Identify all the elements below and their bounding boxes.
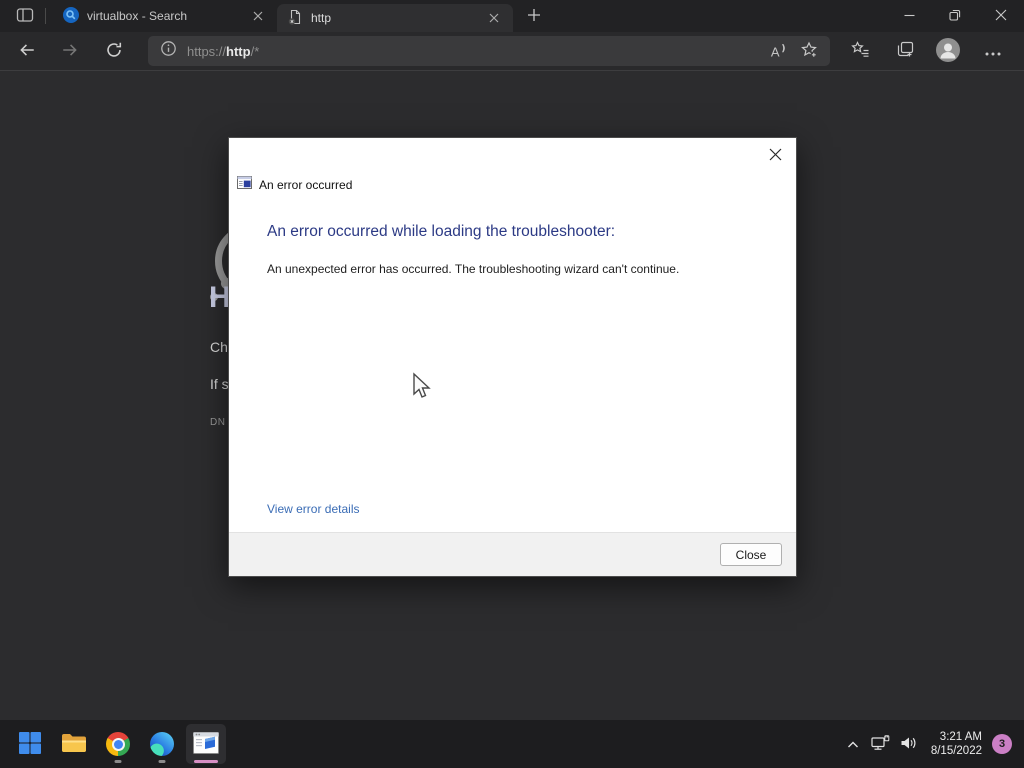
tab-actions-button[interactable] (12, 4, 38, 28)
dialog-close-button[interactable] (764, 145, 786, 167)
profile-button[interactable] (932, 35, 964, 67)
dialog-heading: An error occurred while loading the trou… (267, 223, 616, 240)
taskbar: 3:21 AM 8/15/2022 3 (0, 720, 1024, 768)
tab-close-button[interactable] (483, 7, 505, 29)
start-button[interactable] (10, 724, 50, 764)
favorites-star-icon (850, 41, 870, 61)
view-error-details-link[interactable]: View error details (267, 502, 359, 516)
restore-icon (949, 9, 961, 24)
workspaces-icon (16, 6, 34, 27)
close-button[interactable]: Close (720, 543, 782, 566)
minimize-button[interactable] (886, 0, 932, 32)
back-arrow-icon (18, 41, 36, 62)
address-bar[interactable]: https://http/* A❫ (148, 36, 830, 66)
browser-toolbar: https://http/* A❫ (0, 32, 1024, 70)
window-controls (886, 0, 1024, 32)
chevron-up-icon (847, 737, 859, 752)
forward-button[interactable] (54, 35, 86, 67)
notification-badge[interactable]: 3 (992, 734, 1012, 754)
browser-tab-strip: virtualbox - Search http (0, 0, 1024, 32)
page-text-fragment: DN (210, 417, 226, 428)
ethernet-icon (871, 734, 890, 754)
back-button[interactable] (11, 35, 43, 67)
running-indicator (114, 760, 122, 763)
favorites-button[interactable] (844, 35, 876, 67)
site-info-icon[interactable] (160, 40, 177, 62)
network-button[interactable] (867, 724, 895, 764)
avatar-icon (935, 37, 961, 66)
volume-button[interactable] (895, 724, 923, 764)
url-text[interactable]: https://http/* (187, 44, 764, 59)
page-text-fragment: If s (210, 376, 229, 392)
troubleshooter-window-icon (237, 176, 252, 194)
url-host: http (226, 43, 251, 59)
star-add-icon (800, 41, 818, 62)
troubleshooter-error-dialog: An error occurred An error occurred whil… (228, 137, 797, 577)
refresh-icon (105, 41, 123, 62)
taskbar-clock[interactable]: 3:21 AM 8/15/2022 (931, 730, 982, 758)
tab-virtualbox-search[interactable]: virtualbox - Search (53, 2, 277, 30)
collections-button[interactable] (889, 35, 921, 67)
tray-overflow-button[interactable] (839, 724, 867, 764)
speaker-icon (900, 736, 918, 753)
refresh-button[interactable] (98, 35, 130, 67)
search-icon (63, 6, 79, 26)
tab-separator (45, 8, 46, 24)
dialog-title-row: An error occurred (237, 176, 352, 194)
windows-logo-icon (18, 731, 42, 758)
folder-icon (61, 732, 87, 757)
tab-close-button[interactable] (247, 5, 269, 27)
system-tray: 3:21 AM 8/15/2022 3 (839, 724, 1024, 764)
taskbar-apps (10, 724, 226, 764)
tab-http-active[interactable]: http (277, 4, 513, 32)
desktop-screen: virtualbox - Search http https://http/* … (0, 0, 1024, 768)
read-aloud-button[interactable]: A❫ (764, 38, 794, 64)
running-indicator (158, 760, 166, 763)
edge-icon (150, 732, 174, 756)
forward-arrow-icon (61, 41, 79, 62)
minimize-icon (904, 9, 915, 24)
close-window-button[interactable] (978, 0, 1024, 32)
close-icon (995, 9, 1007, 24)
restore-button[interactable] (932, 0, 978, 32)
dialog-title: An error occurred (259, 178, 353, 192)
dialog-message: An unexpected error has occurred. The tr… (267, 262, 680, 276)
document-error-icon (287, 9, 303, 28)
read-aloud-icon: A❫ (770, 42, 788, 60)
close-icon (769, 148, 782, 164)
add-favorite-button[interactable] (794, 38, 824, 64)
dialog-footer: Close (229, 532, 796, 576)
clock-date: 8/15/2022 (930, 745, 982, 757)
active-indicator (194, 760, 218, 763)
settings-menu-button[interactable] (977, 35, 1009, 67)
page-text-fragment: Ch (210, 339, 228, 355)
file-explorer-button[interactable] (54, 724, 94, 764)
edge-button[interactable] (142, 724, 182, 764)
tab-title: http (311, 11, 332, 25)
plus-icon (527, 8, 541, 25)
troubleshooter-window-icon (193, 731, 219, 757)
collections-icon (896, 41, 915, 61)
url-path: /* (250, 43, 260, 59)
close-icon (489, 11, 499, 26)
troubleshooter-app-button[interactable] (186, 724, 226, 764)
clock-time: 3:21 AM (939, 731, 982, 743)
tab-title: virtualbox - Search (87, 9, 188, 23)
close-icon (253, 9, 263, 24)
chrome-icon (106, 732, 130, 756)
url-scheme: https:// (187, 43, 227, 59)
new-tab-button[interactable] (523, 5, 545, 27)
chrome-button[interactable] (98, 724, 138, 764)
ellipsis-icon (985, 44, 1001, 59)
